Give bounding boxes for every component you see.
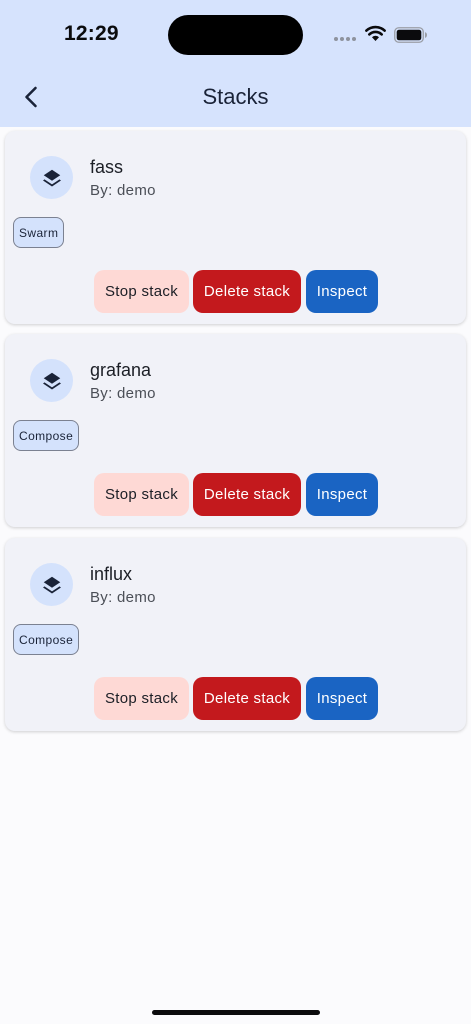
stack-avatar (30, 156, 73, 199)
stack-name: grafana (90, 360, 152, 380)
layers-icon (42, 576, 61, 594)
stack-author: By: demo (90, 385, 156, 402)
stack-avatar (30, 563, 73, 606)
layers-icon (42, 169, 61, 187)
inspect-button[interactable]: Inspect (306, 677, 378, 720)
delete-stack-button[interactable]: Delete stack (193, 270, 301, 313)
stack-author: By: demo (90, 182, 156, 199)
signal-dots-icon (334, 37, 356, 41)
stack-type-badge: Compose (13, 420, 80, 451)
app-header: 12:29 Stacks (0, 0, 471, 127)
status-time: 12:29 (64, 22, 119, 45)
stack-type-badge: Swarm (13, 217, 65, 248)
layers-icon (42, 372, 61, 390)
wifi-icon (365, 25, 386, 41)
home-indicator[interactable] (152, 1010, 320, 1015)
page-title: Stacks (202, 84, 269, 109)
inspect-button[interactable]: Inspect (306, 473, 378, 516)
stack-name: influx (90, 564, 133, 584)
stop-stack-button[interactable]: Stop stack (94, 473, 189, 516)
delete-stack-button[interactable]: Delete stack (193, 473, 301, 516)
delete-stack-button[interactable]: Delete stack (193, 677, 301, 720)
stop-stack-button[interactable]: Stop stack (94, 677, 189, 720)
battery-icon (394, 27, 427, 43)
stack-name: fass (90, 157, 124, 177)
stack-type-badge: Compose (13, 624, 80, 655)
inspect-button[interactable]: Inspect (306, 270, 378, 313)
stack-card-fass: fass By: demo Swarm Stop stack Delete st… (5, 131, 466, 324)
dynamic-island (168, 15, 303, 55)
stack-avatar (30, 359, 73, 402)
stop-stack-button[interactable]: Stop stack (94, 270, 189, 313)
stack-card-grafana: grafana By: demo Compose Stop stack Dele… (5, 334, 466, 527)
stack-card-influx: influx By: demo Compose Stop stack Delet… (5, 538, 466, 731)
stack-author: By: demo (90, 589, 156, 606)
